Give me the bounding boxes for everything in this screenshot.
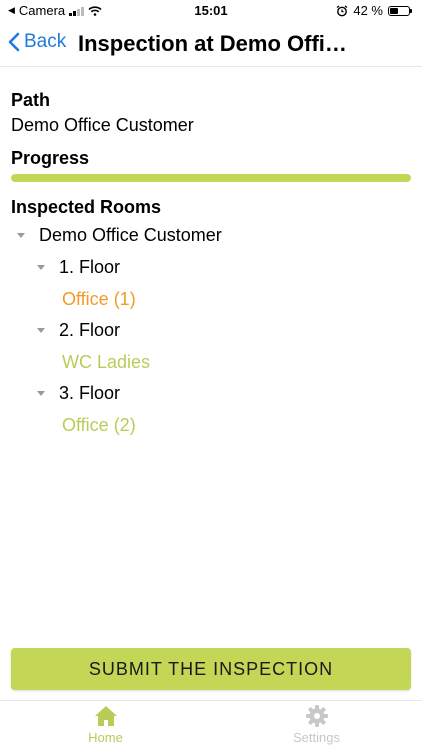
- tree-node-label: Demo Office Customer: [39, 225, 222, 245]
- caret-down-icon[interactable]: [37, 328, 45, 333]
- back-button-label: Back: [24, 31, 67, 52]
- navigation-bar: Back Inspection at Demo Office Customer: [0, 22, 422, 67]
- alarm-icon: [336, 4, 348, 16]
- path-value: Demo Office Customer: [11, 115, 194, 135]
- inspected-rooms-label: Inspected Rooms: [11, 197, 162, 217]
- tab-settings[interactable]: Settings: [211, 701, 422, 751]
- chevron-left-icon: [8, 32, 20, 52]
- progress-bar: [11, 174, 411, 182]
- tree-node-room[interactable]: WC Ladies: [62, 352, 150, 373]
- caret-down-icon[interactable]: [37, 391, 45, 396]
- progress-bar-fill: [11, 174, 411, 182]
- room-label: WC Ladies: [62, 352, 151, 372]
- tree-node-label: 1. Floor: [59, 257, 121, 277]
- caret-down-icon[interactable]: [17, 233, 25, 238]
- battery-percent: 42 %: [353, 3, 383, 18]
- tree-node-label: 2. Floor: [59, 320, 121, 340]
- inspection-details: Path Demo Office Customer Progress Inspe…: [11, 90, 411, 218]
- room-label: Office (2): [62, 415, 136, 435]
- battery-icon: [388, 5, 412, 16]
- path-label: Path: [11, 90, 51, 110]
- gear-icon: [305, 705, 328, 727]
- tree-node-floor[interactable]: 1. Floor: [37, 257, 120, 278]
- caret-down-icon[interactable]: [37, 265, 45, 270]
- tab-home[interactable]: Home: [0, 701, 211, 751]
- progress-label: Progress: [11, 148, 90, 168]
- tab-home-label: Home: [88, 730, 123, 745]
- tab-bar: Home Settings: [0, 700, 422, 751]
- status-right: 42 %: [336, 3, 412, 18]
- submit-inspection-button[interactable]: SUBMIT THE INSPECTION: [11, 648, 411, 690]
- tree-node-label: 3. Floor: [59, 383, 121, 403]
- tree-node-floor[interactable]: 3. Floor: [37, 383, 120, 404]
- back-button[interactable]: Back: [8, 31, 66, 53]
- room-label: Office (1): [62, 289, 136, 309]
- home-icon: [94, 706, 117, 726]
- tree-node-room[interactable]: Office (1): [62, 289, 136, 310]
- tree-node-root[interactable]: Demo Office Customer: [17, 225, 222, 246]
- tree-node-floor[interactable]: 2. Floor: [37, 320, 120, 341]
- page-title: Inspection at Demo Office Customer: [78, 31, 356, 56]
- status-bar: ◀ Camera 15:01 42 %: [0, 0, 422, 22]
- tree-node-room[interactable]: Office (2): [62, 415, 136, 436]
- tab-settings-label: Settings: [293, 730, 340, 745]
